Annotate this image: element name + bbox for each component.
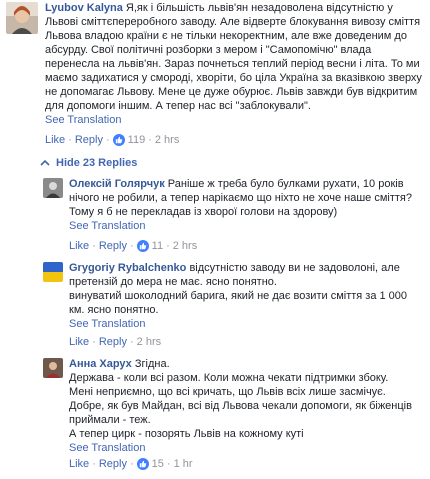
comment-actions: Like · Reply · 119 · 2 hrs	[45, 133, 180, 147]
reply-button[interactable]: Reply	[99, 239, 127, 253]
reply-button[interactable]: Reply	[99, 335, 127, 349]
thumbs-up-icon[interactable]	[136, 458, 149, 470]
chevron-up-icon	[40, 159, 50, 166]
reaction-count[interactable]: 15	[152, 457, 164, 471]
comment-author[interactable]: Анна Харух	[69, 358, 132, 370]
comment-author[interactable]: Lyubov Kalyna	[45, 2, 123, 14]
comment-text-line: винуватий шоколодний барига, який не дає…	[69, 290, 408, 316]
comment-time[interactable]: 2 hrs	[137, 335, 161, 349]
like-button[interactable]: Like	[45, 133, 65, 147]
comment-text-line: А тепер цирк - позорять Львів на кожному…	[69, 428, 304, 440]
comment-text-line: Добре, як був Майдан, всі від Львова чек…	[69, 400, 412, 426]
comment-actions: Like · Reply · 15 · 1 hr	[69, 457, 193, 471]
like-button[interactable]: Like	[69, 335, 89, 349]
thumbs-up-icon[interactable]	[112, 134, 125, 146]
avatar-flag-icon	[43, 262, 63, 282]
reaction-count[interactable]: 119	[128, 133, 146, 147]
reply-button[interactable]: Reply	[75, 133, 103, 147]
comment-author[interactable]: Олексій Голярчук	[69, 178, 165, 190]
see-translation-link[interactable]: See Translation	[69, 317, 421, 331]
comment-actions: Like · Reply · 11 · 2 hrs	[69, 239, 198, 253]
comment-text: Я,як і більшість львів'ян незадоволена в…	[45, 2, 422, 112]
see-translation-link[interactable]: See Translation	[69, 219, 421, 233]
see-translation-link[interactable]: See Translation	[69, 441, 421, 455]
thumbs-up-icon[interactable]	[136, 240, 149, 252]
avatar[interactable]	[6, 2, 38, 34]
avatar[interactable]	[43, 262, 63, 282]
avatar[interactable]	[43, 178, 63, 198]
see-translation-link[interactable]: See Translation	[45, 113, 425, 127]
comment-text: Згідна.	[134, 358, 170, 370]
avatar-photo-icon	[6, 2, 38, 34]
hide-replies-toggle[interactable]: Hide 23 Replies	[40, 156, 137, 170]
comment-text-line: Держава - коли всі разом. Коли можна чек…	[69, 372, 389, 384]
reaction-count[interactable]: 11	[152, 239, 163, 253]
comment-author[interactable]: Grygoriy Rybalchenko	[69, 262, 186, 274]
hide-replies-label: Hide 23 Replies	[56, 157, 138, 169]
avatar-photo-icon	[43, 358, 63, 378]
avatar-photo-icon	[43, 178, 63, 198]
like-button[interactable]: Like	[69, 457, 89, 471]
comment-actions: Like · Reply · 2 hrs	[69, 335, 162, 349]
comment-time[interactable]: 2 hrs	[173, 239, 197, 253]
comment-time[interactable]: 1 hr	[174, 457, 193, 471]
like-button[interactable]: Like	[69, 239, 89, 253]
reply-button[interactable]: Reply	[99, 457, 127, 471]
avatar[interactable]	[43, 358, 63, 378]
comment-text-line: Мені неприємно, що всі кричать, що Львів…	[69, 386, 386, 398]
comment-time[interactable]: 2 hrs	[155, 133, 179, 147]
